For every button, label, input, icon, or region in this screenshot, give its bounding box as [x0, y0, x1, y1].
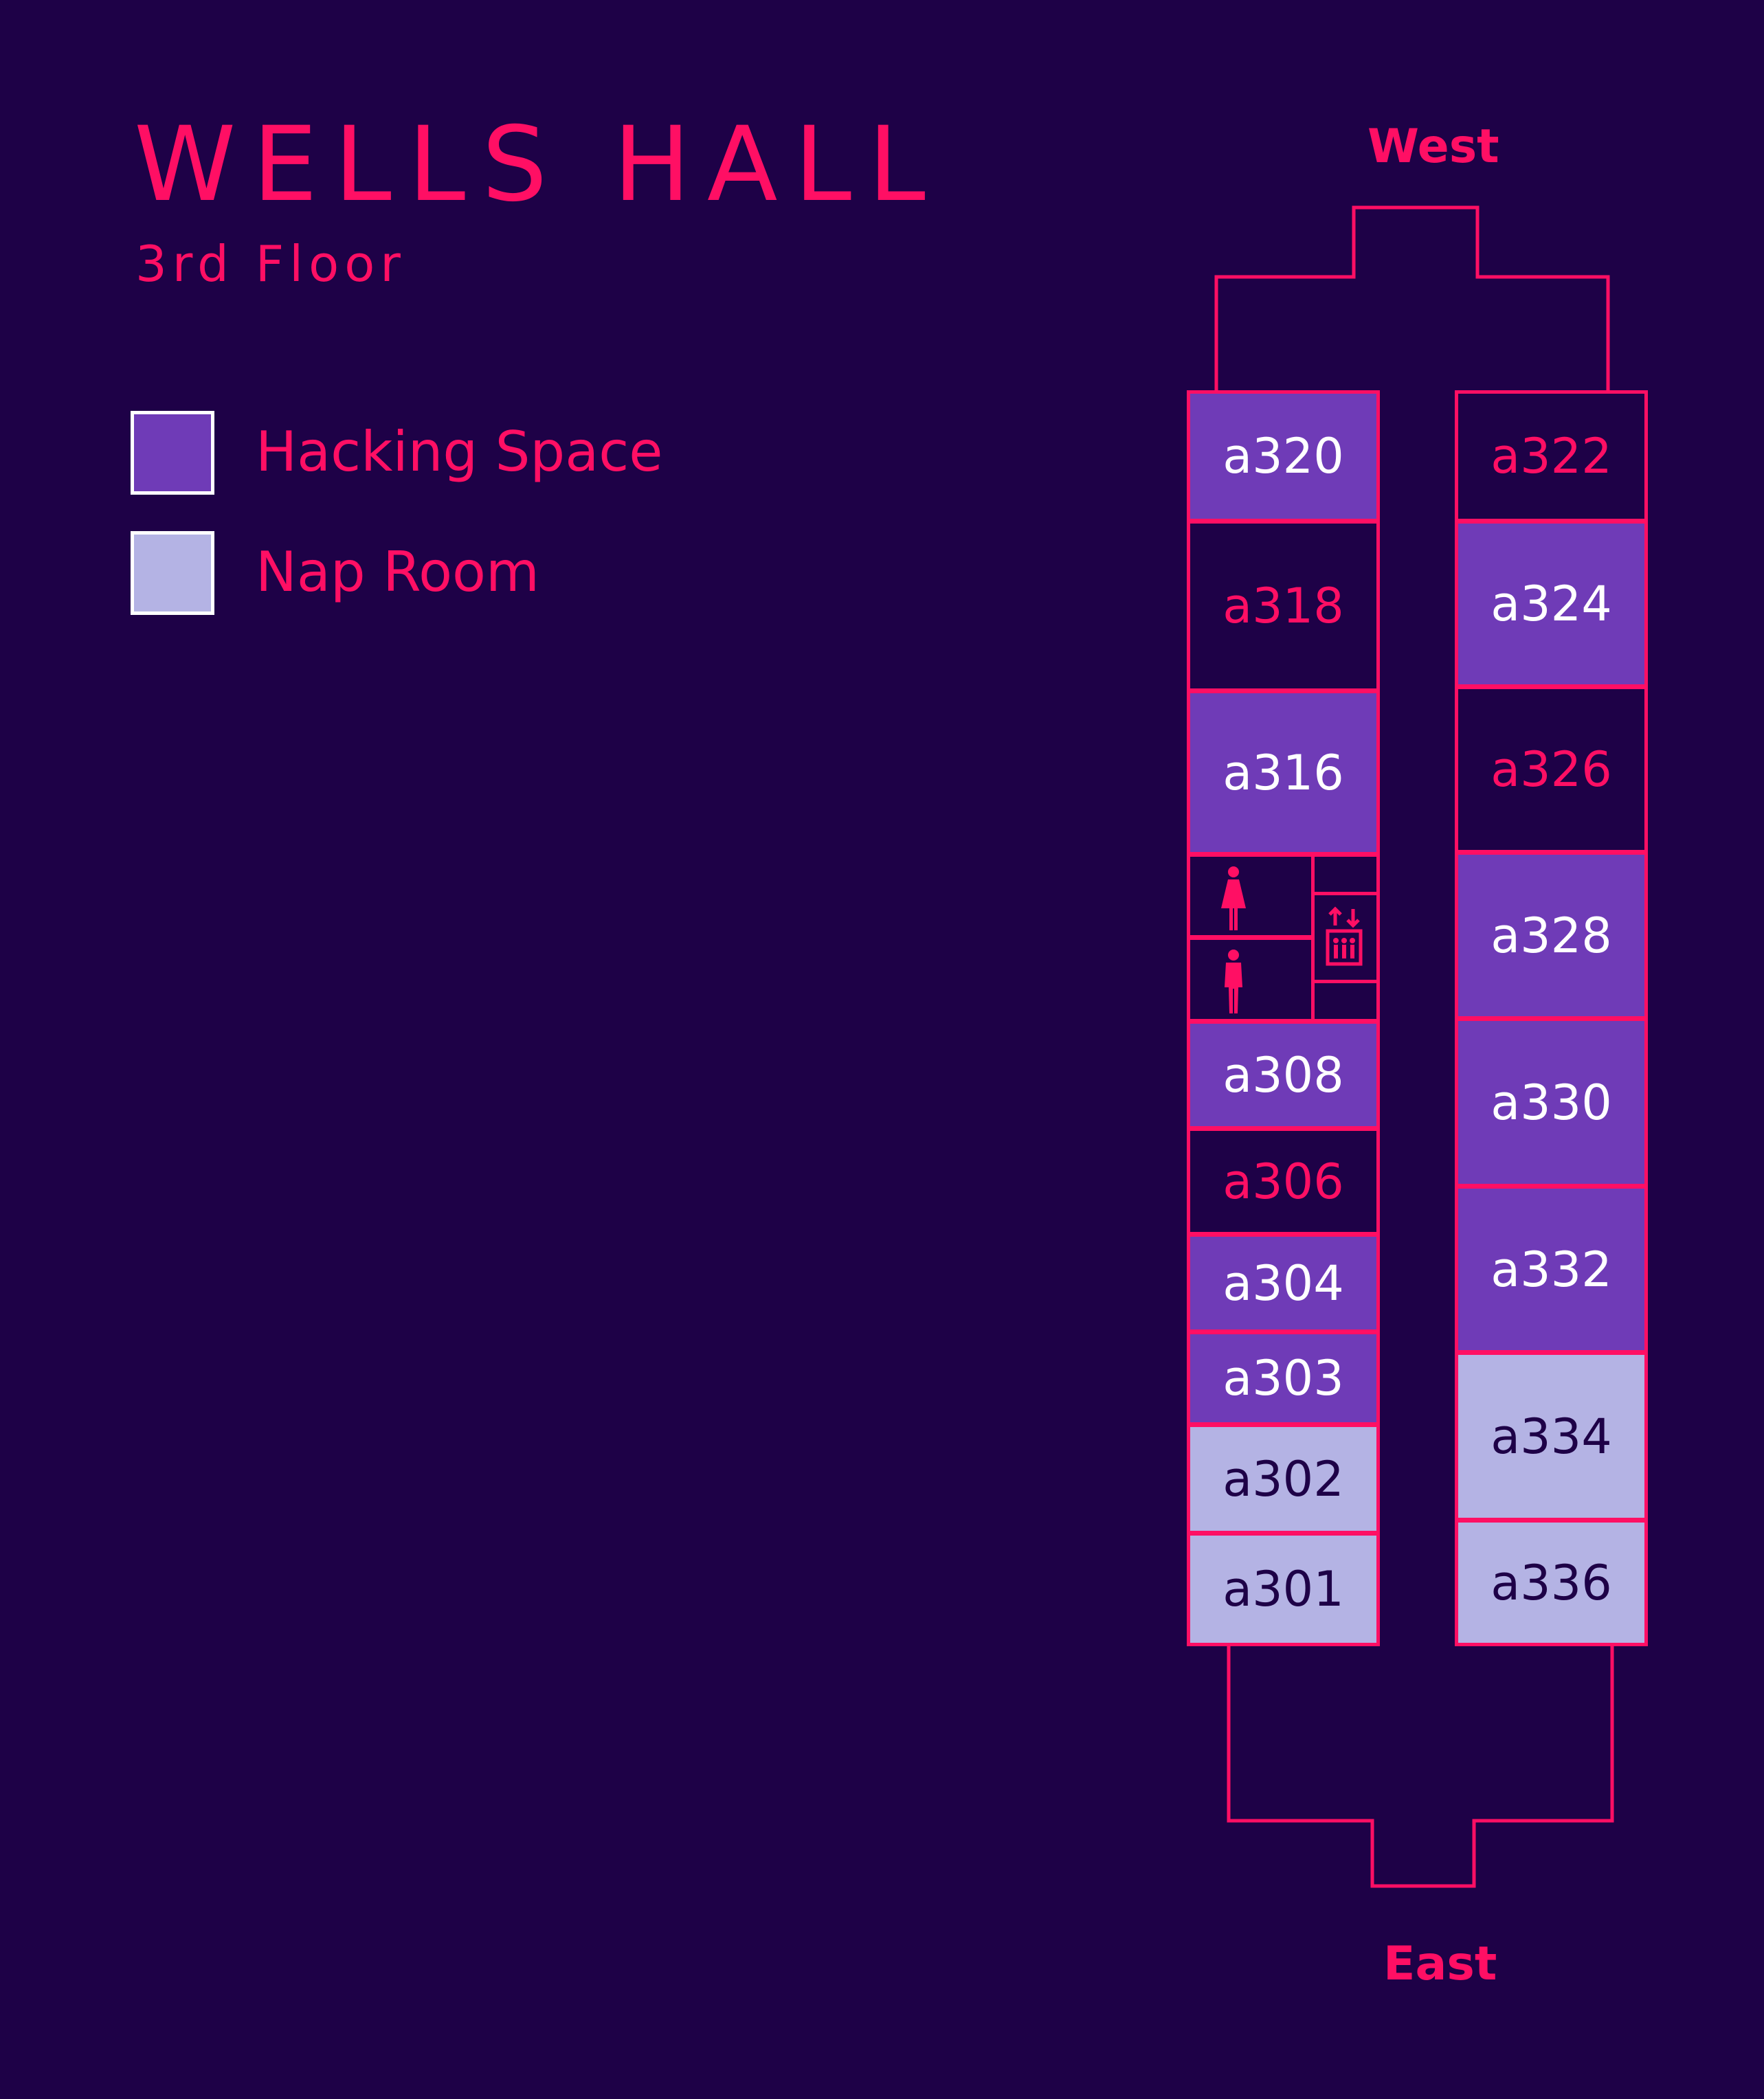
room-a334[interactable]: a334	[1455, 1351, 1648, 1521]
elevator[interactable]	[1311, 892, 1380, 983]
room-a304[interactable]: a304	[1187, 1233, 1380, 1333]
room-a301[interactable]: a301	[1187, 1532, 1380, 1646]
room-a303[interactable]: a303	[1187, 1331, 1380, 1426]
room-a328[interactable]: a328	[1455, 851, 1648, 1020]
room-a306[interactable]: a306	[1187, 1127, 1380, 1235]
room-a320[interactable]: a320	[1187, 390, 1380, 522]
room-a322[interactable]: a322	[1455, 390, 1648, 522]
room-a318[interactable]: a318	[1187, 520, 1380, 692]
room-a330[interactable]: a330	[1455, 1018, 1648, 1187]
room-a326[interactable]: a326	[1455, 686, 1648, 853]
womens-restroom[interactable]	[1187, 853, 1315, 939]
elevator-icon	[1326, 906, 1363, 966]
room-a316[interactable]: a316	[1187, 690, 1380, 855]
room-a324[interactable]: a324	[1455, 520, 1648, 688]
room-a302[interactable]: a302	[1187, 1424, 1380, 1534]
mens-restroom-icon	[1225, 950, 1242, 1013]
room-a308[interactable]: a308	[1187, 1020, 1380, 1130]
womens-restroom-icon	[1221, 866, 1246, 930]
room-a336[interactable]: a336	[1455, 1519, 1648, 1646]
room-a332[interactable]: a332	[1455, 1185, 1648, 1354]
mens-restroom[interactable]	[1187, 936, 1315, 1022]
